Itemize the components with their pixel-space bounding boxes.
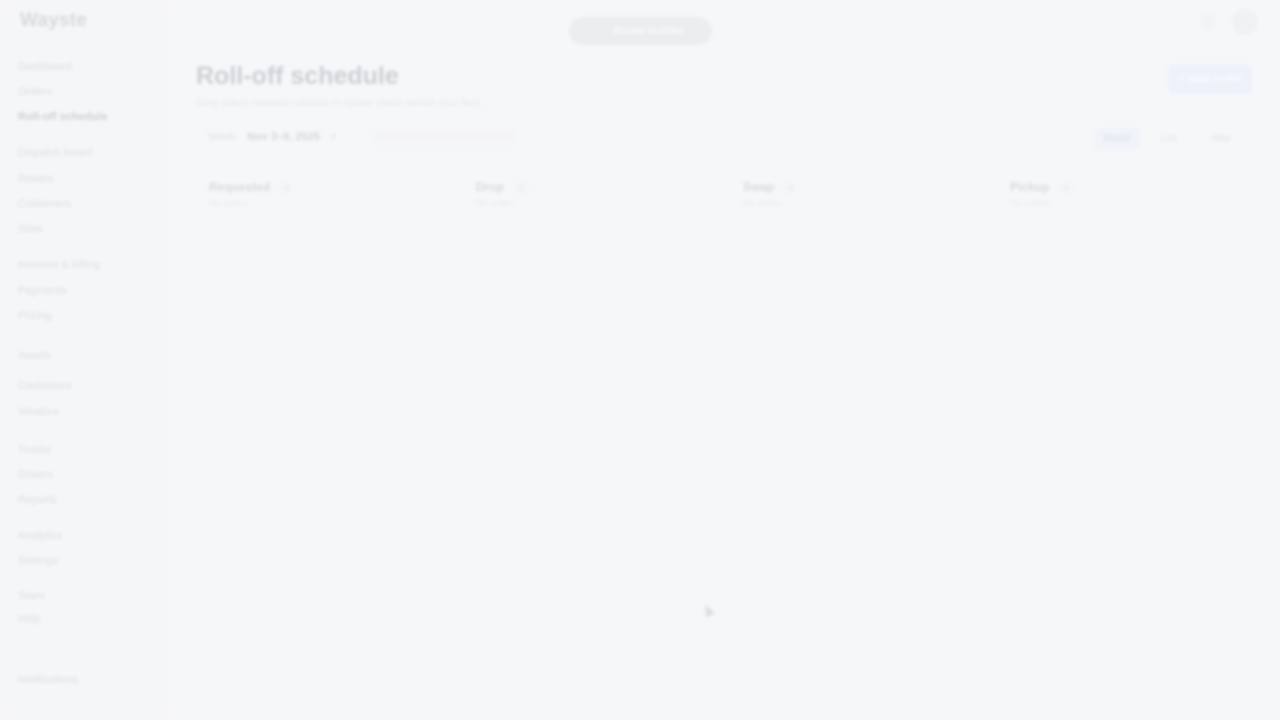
loading-overlay: [0, 0, 1280, 720]
